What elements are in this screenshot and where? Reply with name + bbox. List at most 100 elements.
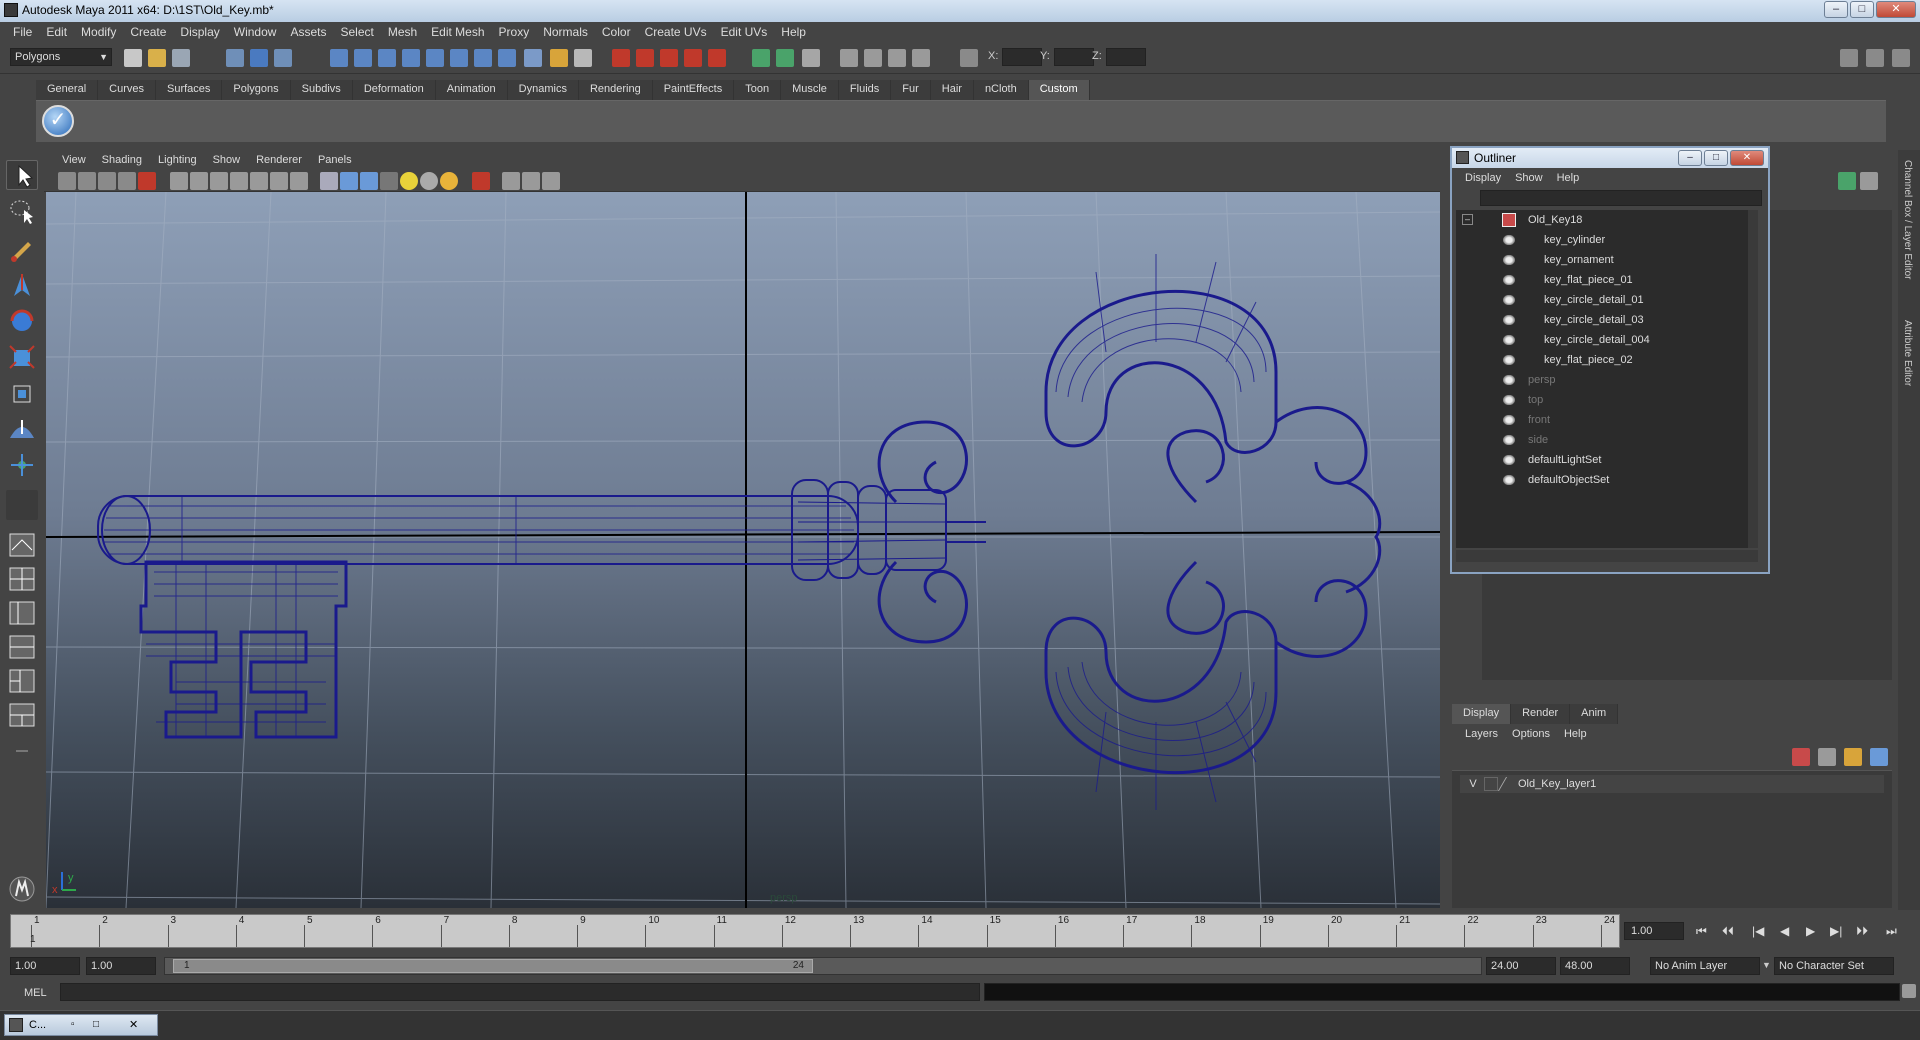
outliner-menu-show[interactable]: Show (1508, 172, 1550, 184)
shelf-tab-fluids[interactable]: Fluids (838, 80, 892, 100)
shelf-tab-subdivs[interactable]: Subdivs (290, 80, 353, 100)
channel-box-toggle-icon[interactable] (1892, 49, 1910, 67)
channel-key-icon[interactable] (1838, 172, 1856, 190)
menu-create[interactable]: Create (123, 25, 173, 39)
select-by-misc-icon[interactable] (498, 49, 516, 67)
layer-tab-render[interactable]: Render (1511, 704, 1571, 724)
step-forward-frame-button[interactable]: ▶| (1830, 924, 1842, 938)
menu-file[interactable]: File (6, 25, 39, 39)
select-hierarchy-icon[interactable] (226, 49, 244, 67)
viewport-menu-view[interactable]: View (54, 154, 94, 166)
menu-assets[interactable]: Assets (283, 25, 333, 39)
outliner-maximize-button[interactable]: □ (1704, 150, 1728, 166)
input-history-icon[interactable] (752, 49, 770, 67)
restore-icon[interactable]: ▫ (71, 1015, 75, 1035)
playback-end-field[interactable]: 24.00 (1486, 957, 1556, 975)
film-gate-icon[interactable] (138, 172, 156, 190)
new-layer-from-selection-icon[interactable] (1792, 748, 1810, 766)
isolate-select-icon[interactable] (472, 172, 490, 190)
current-frame-field[interactable]: 1.00 (1624, 922, 1684, 940)
single-perspective-layout-icon[interactable] (6, 530, 38, 560)
mel-label[interactable]: MEL (24, 987, 47, 999)
construction-history-icon[interactable] (802, 49, 820, 67)
paint-select-tool-icon[interactable] (6, 234, 38, 264)
scale-tool-icon[interactable] (6, 342, 38, 372)
select-object-icon[interactable] (250, 49, 268, 67)
last-tool-icon[interactable] (6, 490, 38, 520)
outliner-horizontal-scrollbar[interactable] (1456, 550, 1758, 562)
side-tab-attribute-editor[interactable]: Attribute Editor (1902, 320, 1913, 386)
use-all-lights-icon[interactable] (400, 172, 418, 190)
perspective-viewport[interactable]: x y persp (46, 192, 1440, 908)
outliner-item-root[interactable]: – Old_Key18 (1456, 210, 1746, 230)
shelf-tab-surfaces[interactable]: Surfaces (155, 80, 223, 100)
open-scene-icon[interactable] (148, 49, 166, 67)
outliner-item[interactable]: key_flat_piece_01 (1456, 270, 1746, 290)
viewport-menu-renderer[interactable]: Renderer (248, 154, 310, 166)
outliner-item[interactable]: key_circle_detail_01 (1456, 290, 1746, 310)
outliner-filter-input[interactable] (1480, 190, 1762, 206)
select-by-deformation-icon[interactable] (426, 49, 444, 67)
backface-culling-icon[interactable] (542, 172, 560, 190)
step-back-key-button[interactable]: ⏴⏴ (1722, 924, 1734, 939)
menu-edit-uvs[interactable]: Edit UVs (714, 25, 775, 39)
input-mode-icon[interactable] (960, 49, 978, 67)
safe-title-icon[interactable] (270, 172, 288, 190)
menu-help[interactable]: Help (774, 25, 813, 39)
layer-tab-anim[interactable]: Anim (1570, 704, 1619, 724)
channel-settings-icon[interactable] (1860, 172, 1878, 190)
xray-joints-icon[interactable] (522, 172, 540, 190)
outliner-item-set[interactable]: defaultLightSet (1456, 450, 1746, 470)
menu-window[interactable]: Window (227, 25, 284, 39)
outliner-item-camera[interactable]: front (1456, 410, 1746, 430)
viewport-menu-panels[interactable]: Panels (310, 154, 360, 166)
render-current-frame-icon[interactable] (840, 49, 858, 67)
outliner-item[interactable]: key_flat_piece_02 (1456, 350, 1746, 370)
close-button[interactable]: ✕ (1876, 1, 1916, 18)
shelf-tab-painteffects[interactable]: PaintEffects (652, 80, 735, 100)
snap-to-point-icon[interactable] (660, 49, 678, 67)
new-scene-icon[interactable] (124, 49, 142, 67)
maximize-icon[interactable]: □ (93, 1015, 99, 1035)
attribute-editor-toggle-icon[interactable] (1840, 49, 1858, 67)
lasso-tool-icon[interactable] (6, 196, 38, 226)
layer-row[interactable]: V Old_Key_layer1 (1460, 775, 1884, 793)
select-by-joint-icon[interactable] (354, 49, 372, 67)
character-set-selector[interactable]: No Character Set (1774, 957, 1894, 975)
rotate-tool-icon[interactable] (6, 306, 38, 336)
question-icon[interactable] (524, 49, 542, 67)
z-field[interactable] (1106, 48, 1146, 66)
outliner-close-button[interactable]: ✕ (1730, 150, 1764, 166)
menu-set-selector[interactable]: Polygons ▼ (10, 48, 112, 66)
step-forward-key-button[interactable]: ⏵⏵ (1856, 924, 1868, 939)
toolbox-more-icon[interactable] (6, 736, 38, 766)
step-back-frame-button[interactable]: |◀ (1752, 924, 1764, 938)
maximize-button[interactable]: □ (1850, 1, 1874, 18)
image-plane-icon[interactable] (118, 172, 136, 190)
hypershade-layout-icon[interactable] (6, 666, 38, 696)
range-bar[interactable]: 1 24 (164, 957, 1482, 975)
outliner-menu-help[interactable]: Help (1550, 172, 1587, 184)
snap-to-curve-icon[interactable] (636, 49, 654, 67)
y-field[interactable] (1054, 48, 1094, 66)
layer-tab-display[interactable]: Display (1452, 704, 1512, 724)
time-ruler[interactable]: 1 2 3 4 5 6 7 8 9 10 11 12 13 14 15 16 17 18 19 20 21 22 23 24 (10, 914, 1620, 948)
ipr-render-icon[interactable] (864, 49, 882, 67)
outliner-menu-display[interactable]: Display (1458, 172, 1508, 184)
minimize-button[interactable]: – (1824, 1, 1848, 18)
outliner-item[interactable]: key_cylinder (1456, 230, 1746, 250)
lock-selection-icon[interactable] (550, 49, 568, 67)
shelf-tab-custom[interactable]: Custom (1028, 80, 1090, 100)
persp-uv-layout-icon[interactable] (6, 700, 38, 730)
outliner-item-camera[interactable]: top (1456, 390, 1746, 410)
make-live-icon[interactable] (708, 49, 726, 67)
layer-display-type-toggle[interactable] (1484, 777, 1498, 791)
smooth-shade-icon[interactable] (340, 172, 358, 190)
shelf-tab-deformation[interactable]: Deformation (352, 80, 436, 100)
close-icon[interactable]: ✕ (129, 1015, 138, 1035)
camera-attributes-icon[interactable] (78, 172, 96, 190)
outliner-item-camera[interactable]: side (1456, 430, 1746, 450)
layer-color-swatch[interactable] (1497, 777, 1519, 791)
menu-modify[interactable]: Modify (74, 25, 123, 39)
shelf-tab-rendering[interactable]: Rendering (578, 80, 653, 100)
